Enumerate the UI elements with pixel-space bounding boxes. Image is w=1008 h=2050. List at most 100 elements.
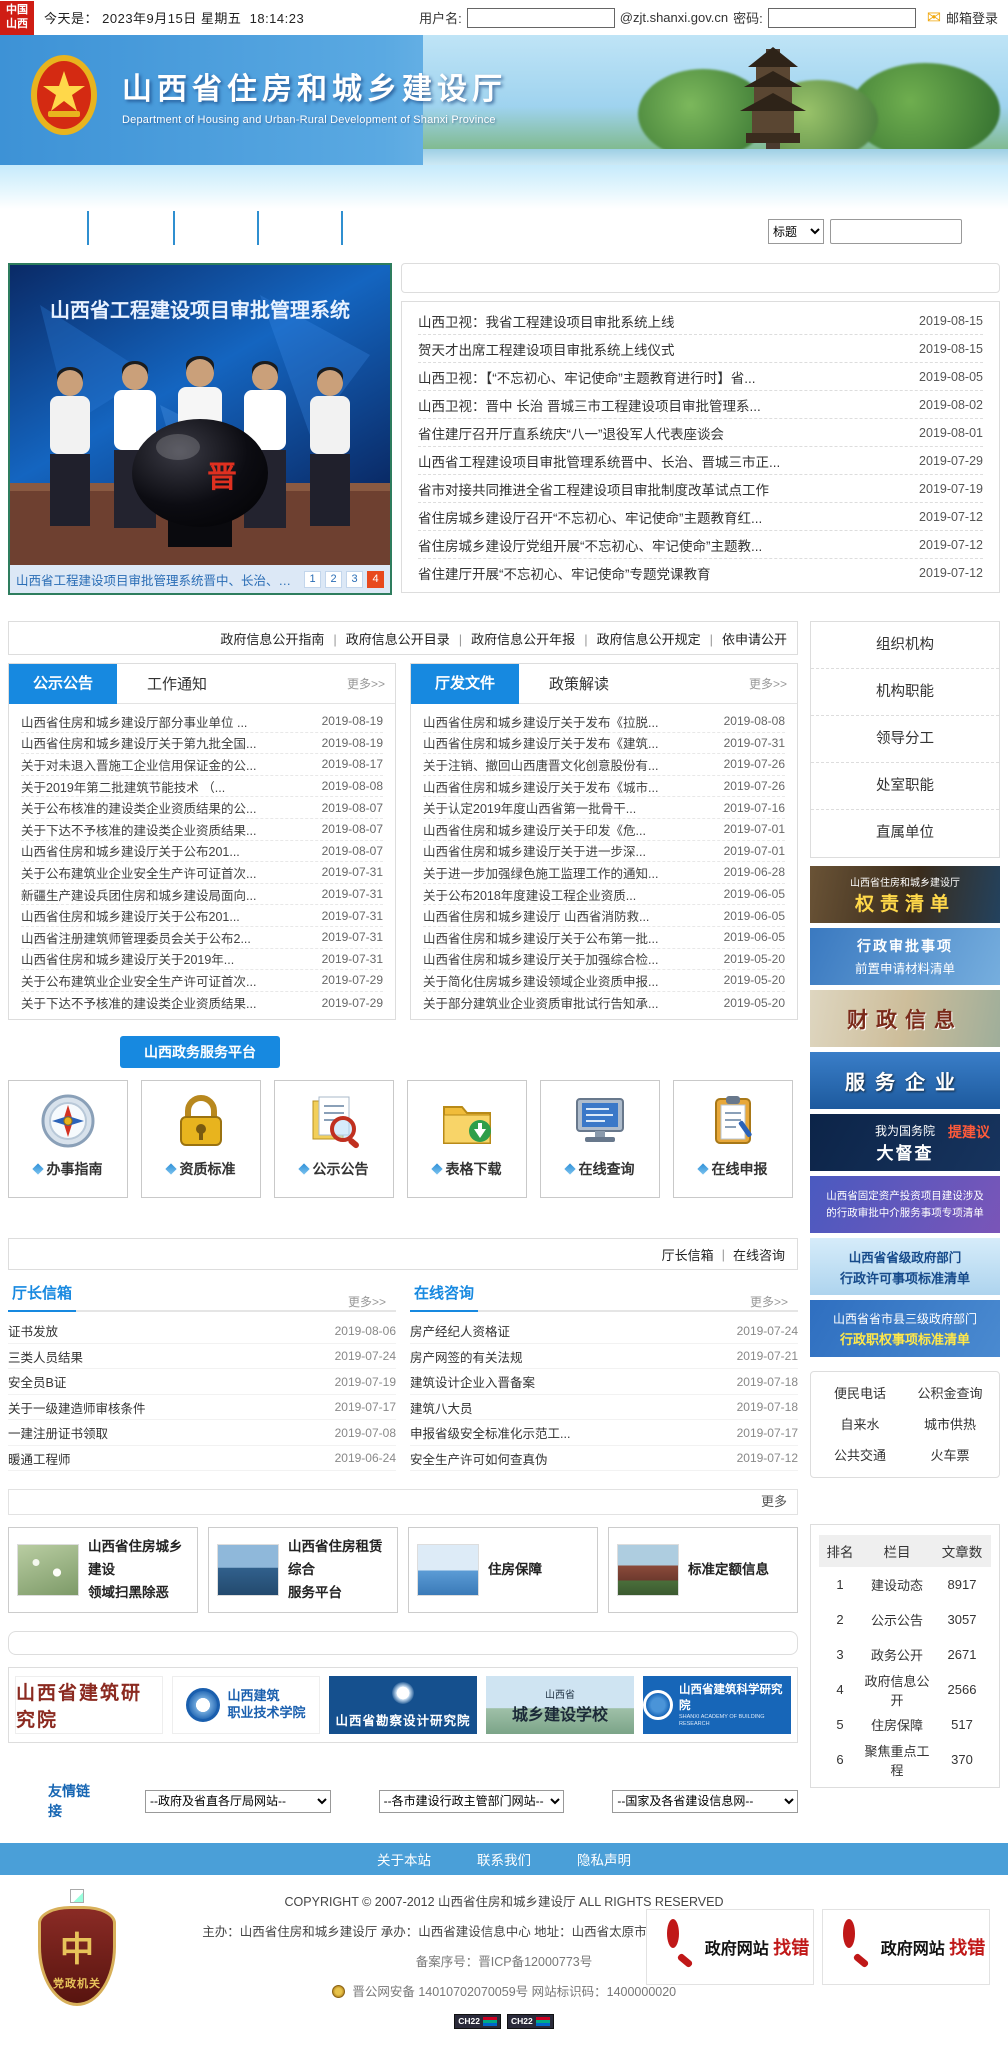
username-input[interactable] bbox=[467, 8, 615, 28]
partner-building-research-institute[interactable]: 山西省建筑研究院 bbox=[15, 1676, 163, 1734]
footer-nav-link[interactable]: 关于本站 bbox=[377, 1849, 431, 1869]
service-box-inquiry[interactable]: 在线查询 bbox=[540, 1080, 660, 1198]
service-box-announcements[interactable]: 公示公告 bbox=[274, 1080, 394, 1198]
notice-item[interactable]: 新疆生产建设兵团住房和城乡建设局面向... 2019-07-31 bbox=[21, 884, 383, 906]
ranking-row[interactable]: 6 聚焦重点工程 370 bbox=[819, 1742, 991, 1777]
service-box-qualification[interactable]: 资质标准 bbox=[141, 1080, 261, 1198]
document-item[interactable]: 山西省住房和城乡建设厅关于发布《拉脱... 2019-08-08 bbox=[423, 711, 785, 733]
document-item[interactable]: 关于部分建筑业企业资质审批试行告知承... 2019-05-20 bbox=[423, 992, 785, 1014]
pager-button-3[interactable]: 3 bbox=[346, 571, 363, 588]
footer-nav-link[interactable]: 联系我们 bbox=[477, 1849, 531, 1869]
document-item[interactable]: 关于公布2018年度建设工程企业资质... 2019-06-05 bbox=[423, 884, 785, 906]
document-item[interactable]: 山西省住房和城乡建设厅关于公布第一批... 2019-06-05 bbox=[423, 927, 785, 949]
news-item[interactable]: 省住房城乡建设厅召开“不忘初心、牢记使命”主题教育红... 2019-07-12 bbox=[418, 503, 983, 531]
mailbox-item[interactable]: 证书发放 2019-08-06 bbox=[8, 1318, 396, 1344]
pager-button-4-active[interactable]: 4 bbox=[367, 571, 384, 588]
document-item[interactable]: 关于注销、撤回山西唐晋文化创意股份有... 2019-07-26 bbox=[423, 754, 785, 776]
consult-item[interactable]: 建筑设计企业入晋备案 2019-07-18 bbox=[410, 1369, 798, 1395]
notice-item[interactable]: 山西省注册建筑师管理委员会关于公布2... 2019-07-31 bbox=[21, 927, 383, 949]
partner-building-science-academy[interactable]: 山西省建筑科学研究院SHANXI ACADEMY OF BUILDING RES… bbox=[643, 1676, 791, 1734]
service-box-declare[interactable]: 在线申报 bbox=[673, 1080, 793, 1198]
banner-provincial-license-list[interactable]: 山西省省级政府部门 行政许可事项标准清单 bbox=[810, 1238, 1000, 1295]
notice-item[interactable]: 关于下达不予核准的建设类企业资质结果... 2019-07-29 bbox=[21, 992, 383, 1014]
tab-director-mailbox[interactable]: 厅长信箱 bbox=[8, 1282, 76, 1312]
ranking-row[interactable]: 5 住房保障 517 bbox=[819, 1707, 991, 1742]
notice-item[interactable]: 关于公布核准的建设类企业资质结果的公... 2019-08-07 bbox=[21, 797, 383, 819]
gov-site-find-error-badge[interactable]: 政府网站 找错 bbox=[822, 1909, 990, 1985]
sidebar-menu-item[interactable]: 组织机构 bbox=[811, 622, 999, 669]
consult-item[interactable]: 申报省级安全标准化示范工... 2019-07-17 bbox=[410, 1420, 798, 1446]
consult-item[interactable]: 房产网签的有关法规 2019-07-21 bbox=[410, 1344, 798, 1370]
convenience-link[interactable]: 公共交通 bbox=[815, 1440, 905, 1471]
banner-state-council-inspection[interactable]: 我为国务院 大督查 提建议 bbox=[810, 1114, 1000, 1171]
promo-rental-platform[interactable]: 山西省住房租赁综合服务平台 bbox=[208, 1527, 398, 1613]
documents-more-link[interactable]: 更多>> bbox=[749, 675, 787, 692]
tab-notices-active[interactable]: 公示公告 bbox=[9, 664, 117, 704]
consult-link[interactable]: 在线咨询 bbox=[733, 1245, 785, 1264]
password-input[interactable] bbox=[768, 8, 916, 28]
gov-info-link[interactable]: 政府信息公开规定 bbox=[575, 629, 700, 648]
notice-item[interactable]: 关于公布建筑业企业安全生产许可证首次... 2019-07-31 bbox=[21, 862, 383, 884]
document-item[interactable]: 山西省住房和城乡建设厅关于发布《城市... 2019-07-26 bbox=[423, 776, 785, 798]
notice-item[interactable]: 山西省住房和城乡建设厅关于公布201... 2019-07-31 bbox=[21, 905, 383, 927]
convenience-link[interactable]: 便民电话 bbox=[815, 1378, 905, 1409]
search-input[interactable] bbox=[830, 219, 962, 244]
search-field-select[interactable]: 标题 bbox=[768, 219, 824, 244]
mail-login-link[interactable]: 邮箱登录 bbox=[946, 8, 998, 27]
notice-item[interactable]: 关于2019年第二批建筑节能技术 （... 2019-08-08 bbox=[21, 776, 383, 798]
notice-item[interactable]: 山西省住房和城乡建设厅部分事业单位 ... 2019-08-19 bbox=[21, 711, 383, 733]
tab-policy-interpretation[interactable]: 政策解读 bbox=[549, 673, 609, 694]
document-item[interactable]: 山西省住房和城乡建设厅 山西省消防救... 2019-06-05 bbox=[423, 905, 785, 927]
banner-fiscal-info[interactable]: 财政信息 bbox=[810, 990, 1000, 1047]
more-link[interactable]: 更多 bbox=[761, 1494, 787, 1509]
news-item[interactable]: 省住房城乡建设厅党组开展“不忘初心、牢记使命”主题教... 2019-07-12 bbox=[418, 531, 983, 559]
news-item[interactable]: 山西卫视：晋中 长治 晋城三市工程建设项目审批管理系... 2019-08-02 bbox=[418, 391, 983, 419]
sidebar-menu-item[interactable]: 直属单位 bbox=[811, 810, 999, 857]
china-shanxi-stamp-logo[interactable]: 中国 山西 bbox=[0, 1, 34, 35]
banner-three-level-authority-list[interactable]: 山西省省市县三级政府部门 行政职权事项标准清单 bbox=[810, 1300, 1000, 1357]
partner-architecture-college[interactable]: 山西建筑职业技术学院 bbox=[172, 1676, 320, 1734]
document-item[interactable]: 山西省住房和城乡建设厅关于发布《建筑... 2019-07-31 bbox=[423, 733, 785, 755]
consult-more-link[interactable]: 更多>> bbox=[750, 1293, 788, 1310]
banner-power-list[interactable]: 山西省住房和城乡建设厅 权责清单 bbox=[810, 866, 1000, 923]
news-item[interactable]: 贺天才出席工程建设项目审批系统上线仪式 2019-08-15 bbox=[418, 335, 983, 363]
ranking-row[interactable]: 2 公示公告 3057 bbox=[819, 1602, 991, 1637]
notice-item[interactable]: 关于对未退入晋施工企业信用保证金的公... 2019-08-17 bbox=[21, 754, 383, 776]
promo-standard-quota[interactable]: 标准定额信息 bbox=[608, 1527, 798, 1613]
friend-select-gov-depts[interactable]: --政府及省直各厅局网站-- bbox=[145, 1790, 331, 1813]
partner-urban-construction-school[interactable]: 山西省 城乡建设学校 bbox=[486, 1676, 634, 1734]
tab-dept-documents-active[interactable]: 厅发文件 bbox=[411, 664, 519, 704]
mailbox-item[interactable]: 暖通工程师 2019-06-24 bbox=[8, 1446, 396, 1472]
notice-item[interactable]: 关于下达不予核准的建设类企业资质结果... 2019-08-07 bbox=[21, 819, 383, 841]
mailbox-item[interactable]: 一建注册证书领取 2019-07-08 bbox=[8, 1420, 396, 1446]
convenience-link[interactable]: 自来水 bbox=[815, 1409, 905, 1440]
carousel-caption[interactable]: 山西省工程建设项目审批管理系统晋中、长治、晋城三市正式上线开... bbox=[16, 570, 300, 589]
gov-info-link[interactable]: 政府信息公开目录 bbox=[324, 629, 449, 648]
banner-approval-materials[interactable]: 行政审批事项 前置申请材料清单 bbox=[810, 928, 1000, 985]
tab-online-consult[interactable]: 在线咨询 bbox=[410, 1282, 478, 1312]
document-item[interactable]: 关于认定2019年度山西省第一批骨干... 2019-07-16 bbox=[423, 797, 785, 819]
document-item[interactable]: 关于进一步加强绿色施工监理工作的通知... 2019-06-28 bbox=[423, 862, 785, 884]
gov-info-link[interactable]: 依申请公开 bbox=[701, 629, 787, 648]
convenience-link[interactable]: 公积金查询 bbox=[905, 1378, 995, 1409]
notice-item[interactable]: 山西省住房和城乡建设厅关于2019年... 2019-07-31 bbox=[21, 949, 383, 971]
document-item[interactable]: 山西省住房和城乡建设厅关于进一步深... 2019-07-01 bbox=[423, 841, 785, 863]
document-item[interactable]: 山西省住房和城乡建设厅关于加强综合检... 2019-05-20 bbox=[423, 949, 785, 971]
news-item[interactable]: 省住建厅召开厅直系统庆“八一”退役军人代表座谈会 2019-08-01 bbox=[418, 419, 983, 447]
consult-item[interactable]: 建筑八大员 2019-07-18 bbox=[410, 1395, 798, 1421]
mailbox-item[interactable]: 三类人员结果 2019-07-24 bbox=[8, 1344, 396, 1370]
news-item[interactable]: 省住建厅开展“不忘初心、牢记使命”专题党课教育 2019-07-12 bbox=[418, 559, 983, 587]
pager-button-1[interactable]: 1 bbox=[304, 571, 321, 588]
footer-nav-link[interactable]: 隐私声明 bbox=[577, 1849, 631, 1869]
notice-item[interactable]: 山西省住房和城乡建设厅关于第九批全国... 2019-08-19 bbox=[21, 733, 383, 755]
service-box-downloads[interactable]: 表格下载 bbox=[407, 1080, 527, 1198]
document-item[interactable]: 山西省住房和城乡建设厅关于印发《危... 2019-07-01 bbox=[423, 819, 785, 841]
sidebar-menu-item[interactable]: 处室职能 bbox=[811, 763, 999, 810]
news-item[interactable]: 山西卫视：我省工程建设项目审批系统上线 2019-08-15 bbox=[418, 307, 983, 335]
convenience-link[interactable]: 城市供热 bbox=[905, 1409, 995, 1440]
gov-site-find-error-badge[interactable]: 政府网站 找错 bbox=[646, 1909, 814, 1985]
document-item[interactable]: 关于简化住房城乡建设领域企业资质申报... 2019-05-20 bbox=[423, 970, 785, 992]
banner-intermediary-services-list[interactable]: 山西省固定资产投资项目建设涉及的行政审批中介服务事项专项清单 bbox=[810, 1176, 1000, 1233]
mailbox-item[interactable]: 关于一级建造师审核条件 2019-07-17 bbox=[8, 1395, 396, 1421]
gov-service-platform-button[interactable]: 山西政务服务平台 bbox=[120, 1036, 280, 1068]
